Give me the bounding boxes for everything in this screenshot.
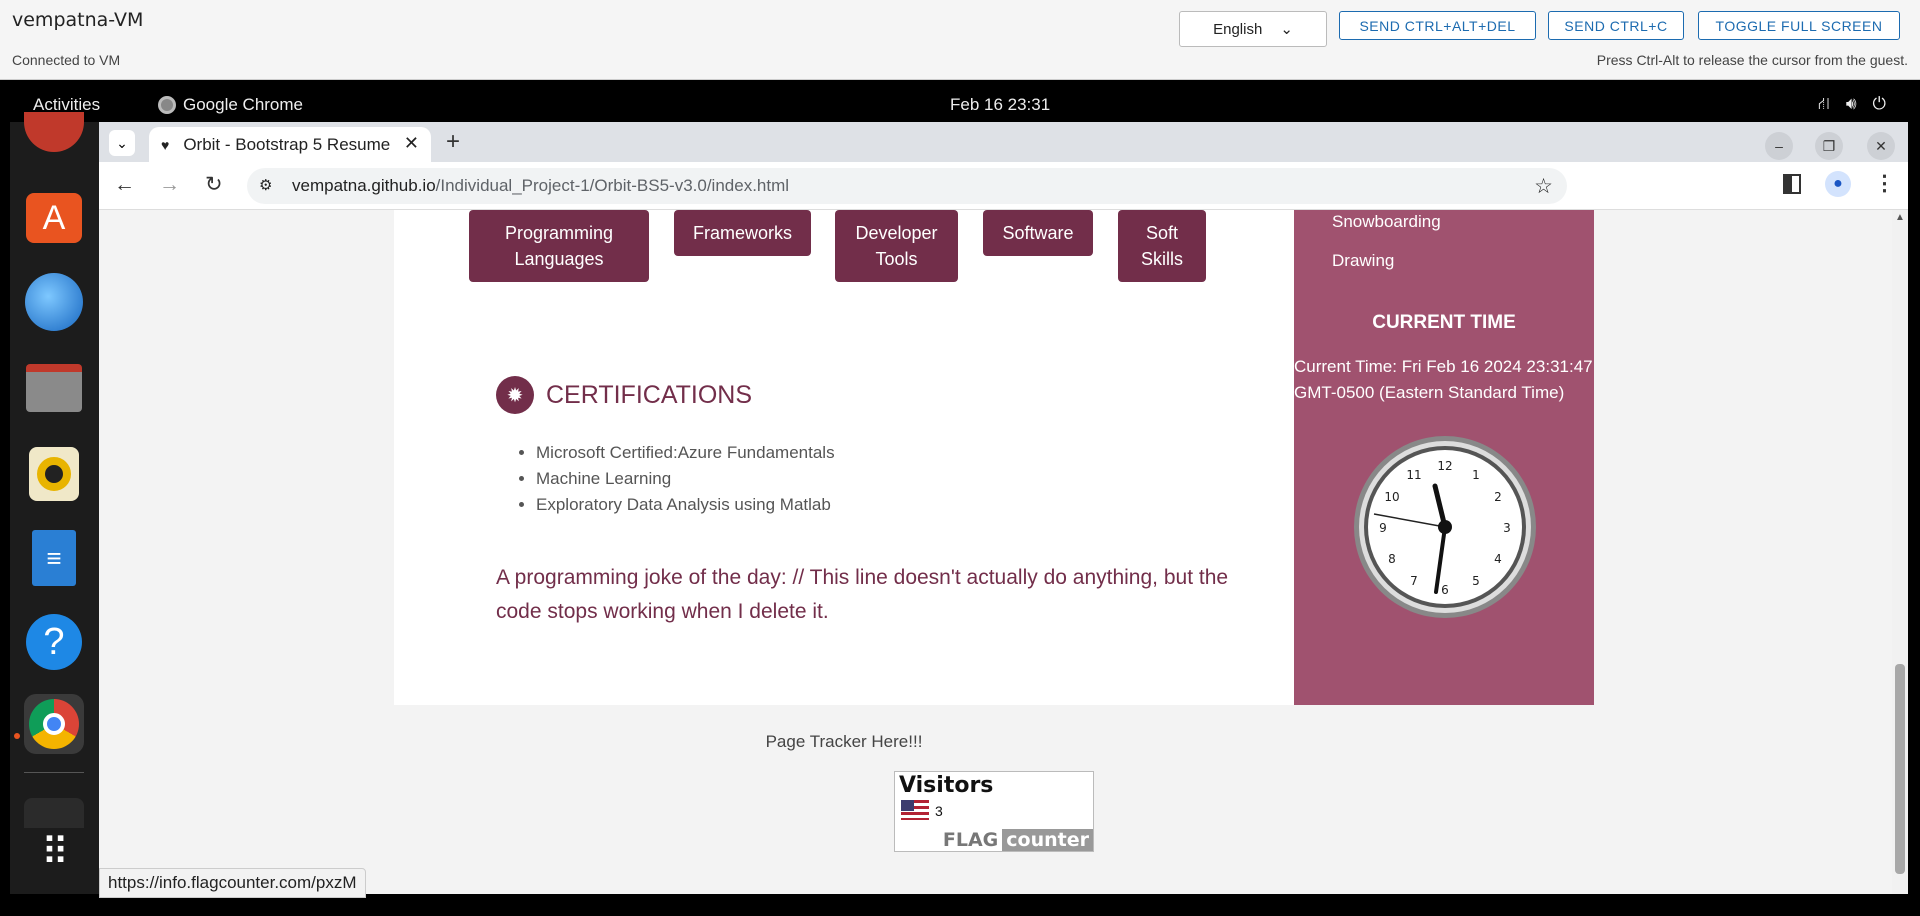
chevron-down-icon: ⌄ [1280,21,1293,38]
show-apps-icon[interactable]: ⠿ [24,822,84,882]
list-item: Exploratory Data Analysis using Matlab [536,492,835,518]
app-name: Google Chrome [183,95,304,114]
forward-icon[interactable]: → [159,173,180,197]
clock[interactable]: Feb 16 23:31 [950,95,1050,115]
hobby-item: Drawing [1332,251,1395,270]
chrome-dock-icon[interactable] [24,694,84,754]
current-time-text: Current Time: Fri Feb 16 2024 23:31:47 G… [1294,357,1593,402]
tab-title: Orbit - Bootstrap 5 Resume [183,134,391,154]
svg-text:7: 7 [1410,574,1418,588]
bookmark-star-icon[interactable]: ☆ [1534,174,1553,199]
toggle-full-screen-button[interactable]: TOGGLE FULL SCREEN [1698,11,1900,40]
send-ctrl-alt-del-button[interactable]: SEND CTRL+ALT+DEL [1339,11,1536,40]
current-time-heading: CURRENT TIME [1372,312,1516,333]
language-select[interactable]: English ⌄ [1179,11,1327,47]
menu-icon[interactable]: ⋮ [1874,171,1895,196]
svg-text:9: 9 [1379,521,1387,535]
dock: A ≡ ? ⠿ [10,112,99,894]
svg-text:6: 6 [1441,583,1449,597]
vm-status: Connected to VM [12,52,121,68]
svg-text:2: 2 [1494,490,1502,504]
restore-icon[interactable]: ❐ [1815,132,1843,160]
certifications-heading: ✹ CERTIFICATIONS [496,376,752,414]
hobby-item: Snowboarding [1332,212,1441,231]
flag-brand-counter: counter [1002,829,1093,851]
system-tray[interactable]: ⛙ 🔊︎ ⏻ [1818,94,1886,116]
side-panel-icon[interactable] [1783,174,1801,194]
analog-clock: 12 12 3 45 6 78 9 10 11 [1354,436,1536,618]
new-tab-icon[interactable]: + [446,128,460,156]
page-content: Programming Languages Frameworks Develop… [99,210,1908,894]
skill-developer-tools[interactable]: Developer Tools [835,210,958,282]
running-indicator [14,733,20,739]
svg-text:12: 12 [1437,459,1452,473]
thunderbird-icon[interactable] [24,272,84,332]
skill-software[interactable]: Software [983,210,1093,256]
svg-text:8: 8 [1388,552,1396,566]
profile-icon[interactable]: ● [1825,171,1851,197]
scrollbar-thumb[interactable] [1895,664,1905,874]
page-scrollbar[interactable]: ▲ [1892,210,1908,894]
certificate-badge-icon: ✹ [496,376,534,414]
help-icon[interactable]: ? [24,612,84,672]
certifications-title: CERTIFICATIONS [546,380,753,409]
tab-search-icon[interactable]: ⌄ [109,130,135,156]
send-ctrl-c-button[interactable]: SEND CTRL+C [1548,11,1684,40]
flag-counter-logo: FLAG counter [939,829,1093,851]
chrome-icon [158,96,176,114]
svg-text:3: 3 [1503,521,1511,535]
language-value: English [1213,20,1263,38]
vm-title: vempatna-VM [12,9,144,31]
close-tab-icon[interactable]: ✕ [404,133,419,154]
visitor-count: 3 [935,803,943,819]
writer-icon[interactable]: ≡ [24,528,84,588]
skill-programming-languages[interactable]: Programming Languages [469,210,649,282]
resume-main-card: Programming Languages Frameworks Develop… [394,210,1294,705]
resume-sidebar: Snowboarding Drawing CURRENT TIME Curren… [1294,210,1594,705]
gnome-top-bar: Activities Google Chrome Feb 16 23:31 ⛙ … [10,88,1908,122]
power-icon: ⏻ [1872,94,1886,113]
svg-text:1: 1 [1472,468,1480,482]
page-tracker-label: Page Tracker Here!!! [765,732,923,751]
dock-divider [24,772,84,773]
reload-icon[interactable]: ↻ [205,172,223,197]
volume-icon: 🔊︎ [1845,94,1857,113]
scroll-up-icon[interactable]: ▲ [1895,212,1905,223]
flag-brand: FLAG [942,829,999,851]
tab-strip: ⌄ ♥ Orbit - Bootstrap 5 Resume ✕ + – ❐ ✕ [99,122,1908,162]
svg-text:5: 5 [1472,574,1480,588]
us-flag-icon [901,800,929,820]
link-status-bar: https://info.flagcounter.com/pxzM [99,868,366,898]
close-window-icon[interactable]: ✕ [1867,132,1895,160]
joke-of-the-day: A programming joke of the day: // This l… [496,566,1229,623]
app-menu[interactable]: Google Chrome [158,95,303,115]
site-info-icon[interactable]: ⚙ [259,176,272,194]
url-host: vempatna.github.io [292,176,436,195]
vm-header: vempatna-VM Connected to VM English ⌄ SEN… [0,0,1920,80]
url-path: /Individual_Project-1/Orbit-BS5-v3.0/ind… [435,176,790,195]
skill-soft-skills[interactable]: Soft Skills [1118,210,1206,282]
heart-favicon-icon: ♥ [161,136,170,153]
browser-window: ⌄ ♥ Orbit - Bootstrap 5 Resume ✕ + – ❐ ✕… [99,122,1908,898]
minimize-icon[interactable]: – [1765,132,1793,160]
skill-frameworks[interactable]: Frameworks [674,210,811,256]
network-icon: ⛙ [1817,94,1830,113]
address-bar[interactable]: ⚙ vempatna.github.io/Individual_Project-… [247,168,1567,204]
rhythmbox-icon[interactable] [24,444,84,504]
tab-orbit[interactable]: ♥ Orbit - Bootstrap 5 Resume ✕ [149,127,431,162]
certifications-list: Microsoft Certified:Azure Fundamentals M… [536,440,835,518]
svg-text:10: 10 [1384,490,1399,504]
back-icon[interactable]: ← [114,173,135,197]
browser-toolbar: ← → ↻ ⚙ vempatna.github.io/Individual_Pr… [99,162,1908,210]
files-icon[interactable] [24,358,84,418]
list-item: Machine Learning [536,466,835,492]
firefox-icon[interactable] [24,112,84,152]
list-item: Microsoft Certified:Azure Fundamentals [536,440,835,466]
flag-counter-widget[interactable]: Visitors 3 FLAG counter [894,771,1094,852]
svg-text:4: 4 [1494,552,1502,566]
svg-text:11: 11 [1406,468,1421,482]
visitors-label: Visitors [899,773,994,798]
app-center-icon[interactable]: A [24,188,84,248]
cursor-release-hint: Press Ctrl-Alt to release the cursor fro… [1596,52,1908,68]
